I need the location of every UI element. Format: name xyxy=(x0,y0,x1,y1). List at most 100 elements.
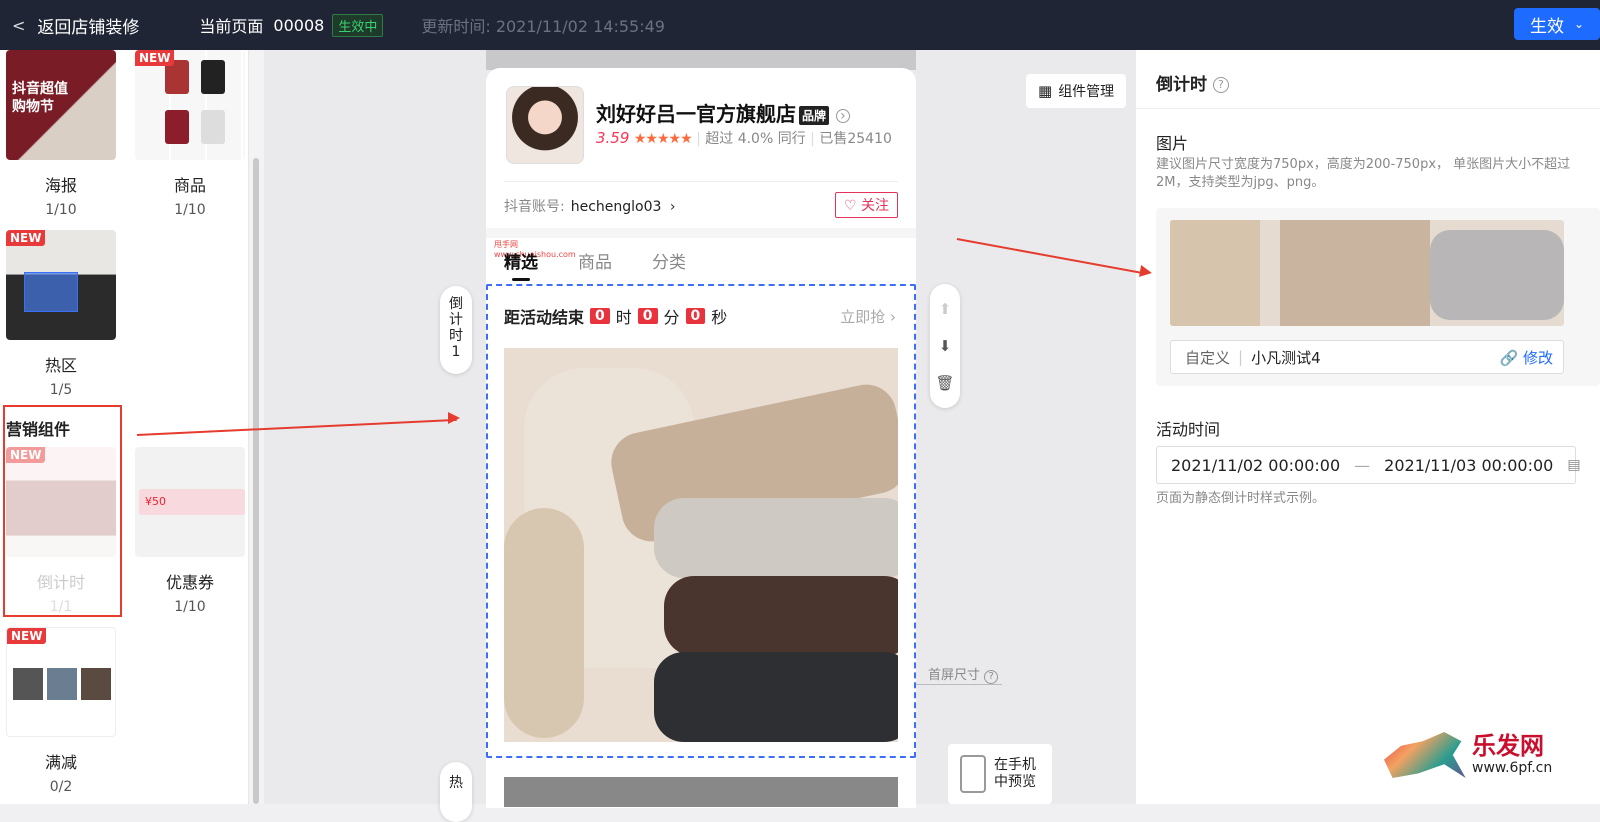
goods-item-image xyxy=(47,668,77,700)
back-to-shop-button[interactable]: < 返回店铺装修 xyxy=(12,13,139,38)
fold-label: 首屏尺寸 ? xyxy=(928,664,999,684)
chevron-left-icon: < xyxy=(12,15,26,35)
component-poster[interactable]: 抖音超值购物节 海报 1/10 xyxy=(6,50,116,218)
component-name: 优惠券 xyxy=(165,573,214,592)
star-rating-icon: ★★★★★ xyxy=(633,131,693,147)
scrollbar-thumb[interactable] xyxy=(253,158,259,804)
module-toolbar: ⬆ ⬇ 🗑 xyxy=(930,284,960,408)
trash-icon[interactable]: 🗑 xyxy=(935,374,954,392)
side-tab-countdown[interactable]: 倒计时1 xyxy=(440,286,472,374)
folded-sweater-grey xyxy=(1430,230,1564,320)
coupon-thumbnail: ¥50 xyxy=(135,447,245,557)
hotspot-thumbnail: NEW xyxy=(6,230,116,340)
countdown-seconds: 0 xyxy=(685,308,706,324)
time-label: 活动时间 xyxy=(1156,420,1221,439)
component-goods[interactable]: NEW 商品 1/10 xyxy=(135,50,245,218)
uploaded-image[interactable] xyxy=(1170,220,1564,326)
publish-button[interactable]: 生效 ⌄ xyxy=(1514,8,1600,40)
component-library: 抖音超值购物节 海报 1/10 NEW 商品 1/10 NEW 热区 1/5 营… xyxy=(0,50,264,804)
follow-label: 关注 xyxy=(861,198,889,214)
seconds-unit: 秒 xyxy=(711,308,728,327)
minutes-unit: 分 xyxy=(663,308,680,327)
fold-line xyxy=(916,684,1002,685)
chevron-circle-icon[interactable]: › xyxy=(835,108,850,123)
help-icon[interactable]: ? xyxy=(984,670,999,684)
shop-name-text: 刘好好吕一官方旗舰店 xyxy=(596,102,796,126)
fold-label-text: 首屏尺寸 xyxy=(928,668,981,683)
component-name: 满减 xyxy=(44,753,77,772)
folded-sweater-brown xyxy=(664,576,898,656)
component-count: 1/10 xyxy=(174,599,206,615)
side-tab-hotspot[interactable]: 热 xyxy=(440,762,472,822)
tab-featured[interactable]: 精选 xyxy=(504,248,538,281)
arrow-head xyxy=(1139,265,1153,279)
update-time: 更新时间: 2021/11/02 14:55:49 xyxy=(421,17,665,36)
shop-rating: 3.59 xyxy=(596,129,630,147)
component-count: 1/10 xyxy=(45,202,77,218)
grid-icon: ▦ xyxy=(1038,82,1053,100)
phone-icon xyxy=(960,755,986,793)
chevron-down-icon[interactable]: ⌄ xyxy=(1574,17,1584,31)
image-hint: 建议图片尺寸宽度为750px，高度为200-750px， 单张图片大小不超过2M… xyxy=(1156,157,1571,190)
countdown-thumbnail: NEW xyxy=(6,447,116,557)
tab-goods[interactable]: 商品 xyxy=(578,248,612,273)
component-full-reduction[interactable]: NEW 满减 0/2 xyxy=(6,627,116,795)
full-reduction-thumbnail: NEW xyxy=(6,627,116,737)
countdown-image xyxy=(504,348,898,742)
component-manager-button[interactable]: ▦ 组件管理 xyxy=(1026,74,1127,108)
current-page: 当前页面 00008 生效中 xyxy=(199,13,384,37)
component-countdown[interactable]: NEW 倒计时 1/1 xyxy=(6,447,116,615)
folded-sweater-grey xyxy=(654,498,898,578)
divider-band xyxy=(486,228,916,238)
douyin-account[interactable]: 抖音账号: hechenglo03 › xyxy=(504,196,675,216)
link-value: 小凡测试4 xyxy=(1251,348,1321,367)
toy-sheep xyxy=(504,508,584,738)
watermark-url: www.6pf.cn xyxy=(1472,760,1553,776)
shop-avatar xyxy=(506,86,584,164)
mobile-preview-label: 在手机中预览 xyxy=(994,757,1036,790)
help-icon[interactable]: ? xyxy=(1212,77,1229,93)
publish-label: 生效 xyxy=(1529,16,1564,37)
move-up-icon[interactable]: ⬆ xyxy=(939,300,952,318)
arrow-head xyxy=(448,412,460,424)
component-coupon[interactable]: ¥50 优惠券 1/10 xyxy=(135,447,245,615)
date-range-picker[interactable]: 2021/11/02 00:00:00 — 2021/11/03 00:00:0… xyxy=(1156,446,1581,484)
site-watermark: 乐发网 www.6pf.cn xyxy=(1384,726,1564,782)
mobile-preview-button[interactable]: 在手机中预览 xyxy=(948,744,1052,804)
countdown-timer: 距活动结束 0 时 0 分 0 秒 xyxy=(504,304,727,328)
sold-count: 已售25410 xyxy=(819,131,892,147)
panel-title-text: 倒计时 xyxy=(1156,75,1207,95)
poster-text: 抖音超值购物节 xyxy=(12,81,68,115)
watermark-name: 乐发网 xyxy=(1472,731,1544,760)
start-date[interactable]: 2021/11/02 00:00:00 xyxy=(1171,456,1340,475)
phone-status-area xyxy=(486,50,916,70)
link-icon: 🔗 xyxy=(1499,348,1519,367)
poster-thumbnail: 抖音超值购物节 xyxy=(6,50,116,160)
end-date[interactable]: 2021/11/03 00:00:00 xyxy=(1384,456,1553,475)
account-label: 抖音账号: xyxy=(504,199,565,215)
divider xyxy=(504,181,898,182)
time-hint: 页面为静态倒计时样式示例。 xyxy=(1156,491,1326,506)
brand-badge: 品牌 xyxy=(799,106,830,125)
component-name: 热区 xyxy=(44,356,77,375)
new-badge: NEW xyxy=(135,50,175,66)
grab-now-link[interactable]: 立即抢 › xyxy=(840,306,896,327)
tab-category[interactable]: 分类 xyxy=(652,248,686,273)
move-down-icon[interactable]: ⬇ xyxy=(939,337,952,355)
grab-now-label: 立即抢 xyxy=(840,308,886,326)
divider xyxy=(1136,108,1600,109)
component-count: 1/5 xyxy=(49,382,73,398)
edit-link-button[interactable]: 🔗 修改 xyxy=(1500,347,1553,368)
component-manager-label: 组件管理 xyxy=(1058,84,1115,100)
component-hotspot[interactable]: NEW 热区 1/5 xyxy=(6,230,116,398)
side-tab-label: 倒计时1 xyxy=(449,296,463,360)
next-module-preview xyxy=(504,777,898,807)
calendar-icon[interactable]: ▤ xyxy=(1567,457,1580,473)
side-tab-label: 热 xyxy=(449,775,463,791)
goods-item-image xyxy=(201,110,225,144)
page-id: 00008 xyxy=(273,15,325,35)
countdown-prefix: 距活动结束 xyxy=(504,308,585,327)
selected-countdown-module[interactable]: 距活动结束 0 时 0 分 0 秒 立即抢 › xyxy=(486,284,916,758)
link-field[interactable]: 自定义 | 小凡测试4 🔗 修改 xyxy=(1170,340,1564,374)
follow-button[interactable]: ♡ 关注 xyxy=(834,192,898,218)
